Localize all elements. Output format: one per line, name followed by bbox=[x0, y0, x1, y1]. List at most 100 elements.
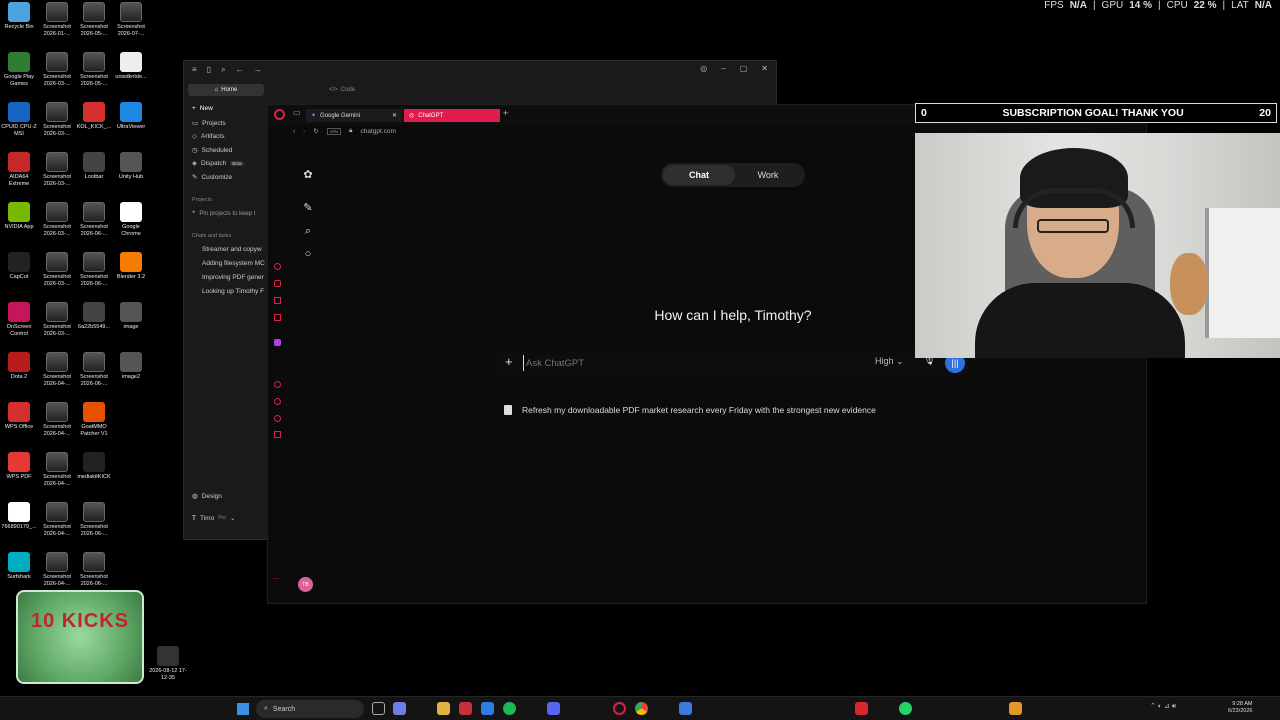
taskbar-search[interactable]: ⌕ Search bbox=[256, 700, 364, 718]
desktop-icon[interactable]: Screenshot 2026-04-... bbox=[38, 452, 76, 488]
search-icon[interactable]: ⌕ bbox=[221, 65, 225, 75]
desktop-icon[interactable]: Screenshot 2026-04-... bbox=[38, 352, 76, 388]
close-icon[interactable]: ✕ bbox=[761, 64, 768, 73]
app-icon[interactable] bbox=[459, 702, 472, 715]
desktop-icon[interactable]: Screenshot 2026-03-... bbox=[38, 302, 76, 338]
reload-icon[interactable]: ↻ bbox=[313, 127, 318, 135]
chrome-icon[interactable] bbox=[635, 702, 648, 715]
tab-overview-icon[interactable]: ▭ bbox=[293, 108, 301, 117]
desktop-icon[interactable]: CapCut bbox=[0, 252, 38, 281]
tab-close-icon[interactable]: ✕ bbox=[392, 112, 397, 119]
desktop-icon[interactable]: Screenshot 2026-03-... bbox=[38, 202, 76, 238]
desktop-icon[interactable]: Lootbar bbox=[75, 152, 113, 181]
desktop-icon[interactable]: 2026-08-12 17-12-35 bbox=[149, 646, 187, 682]
desktop-icon[interactable]: Screenshot 2026-05-... bbox=[75, 2, 113, 38]
suggestion-item[interactable]: Refresh my downloadable PDF market resea… bbox=[504, 405, 876, 415]
chat-item[interactable]: Improving PDF gener bbox=[202, 274, 264, 281]
desktop-icon[interactable]: Screenshot 2026-07-... bbox=[112, 2, 150, 38]
wps-icon[interactable] bbox=[855, 702, 868, 715]
desktop-icon[interactable]: Screenshot 2026-06-... bbox=[75, 202, 113, 238]
search-icon[interactable]: ⌕ bbox=[301, 224, 315, 238]
ghost-icon[interactable]: ◎ bbox=[700, 64, 707, 73]
sidebar-item-customize[interactable]: ✎ Customize bbox=[192, 173, 232, 182]
sidebar-item-projects[interactable]: ▭ Projects bbox=[192, 119, 226, 128]
vpn-badge[interactable]: VPN bbox=[326, 127, 342, 135]
user-avatar[interactable]: TB bbox=[298, 577, 313, 592]
desktop-icon[interactable]: Screenshot 2026-06-... bbox=[75, 502, 113, 538]
pin-app-icon[interactable] bbox=[274, 381, 281, 388]
app-icon[interactable] bbox=[679, 702, 692, 715]
reasoning-level-select[interactable]: High ⌄ bbox=[875, 356, 904, 367]
desktop-icon[interactable]: Screenshot 2026-05-... bbox=[75, 52, 113, 88]
pin-app-icon[interactable] bbox=[274, 431, 281, 438]
desktop-icon[interactable]: Screenshot 2026-01-... bbox=[38, 2, 76, 38]
sidebar-item-dispatch[interactable]: ◈ Dispatch Beta bbox=[192, 159, 244, 167]
pin-app-icon[interactable] bbox=[274, 280, 281, 287]
tab-home[interactable]: ⌂ Home bbox=[188, 84, 264, 96]
desktop-icon[interactable]: UltraViewer bbox=[112, 102, 150, 131]
sidebar-item-artifacts[interactable]: ◇ Artifacts bbox=[192, 132, 224, 141]
desktop-icon[interactable]: KOL_KICK_... bbox=[75, 102, 113, 131]
more-icon[interactable]: ⋯ bbox=[273, 575, 280, 583]
desktop-icon[interactable]: 6a22b5549... bbox=[75, 302, 113, 331]
desktop-icon[interactable]: Screenshot 2026-06-... bbox=[75, 252, 113, 288]
sidebar-toggle-icon[interactable]: ▯ bbox=[207, 65, 211, 75]
desktop-icon[interactable]: Blender 3.2 bbox=[112, 252, 150, 281]
discord-icon[interactable] bbox=[547, 702, 560, 715]
chat-item[interactable]: Adding filesystem MC bbox=[202, 260, 265, 267]
chat-item[interactable]: Looking up Timothy F bbox=[202, 288, 264, 295]
desktop-icon[interactable]: OnScreen Control bbox=[0, 302, 38, 338]
opera-icon[interactable] bbox=[274, 109, 285, 120]
task-view-icon[interactable] bbox=[372, 702, 385, 715]
app-icon[interactable] bbox=[481, 702, 494, 715]
desktop-icon[interactable]: NVIDIA App bbox=[0, 202, 38, 231]
sidebar-item-scheduled[interactable]: ◷ Scheduled bbox=[192, 146, 232, 155]
spotify-icon[interactable] bbox=[503, 702, 516, 715]
sidebar-item-design[interactable]: ◍ Design bbox=[192, 492, 222, 501]
desktop-icon[interactable]: Screenshot 2026-04-... bbox=[38, 402, 76, 438]
desktop-icon[interactable]: AIDA64 Extreme bbox=[0, 152, 38, 188]
chat-item[interactable]: Streamer and copyw bbox=[202, 246, 262, 253]
mode-work-button[interactable]: Work bbox=[733, 165, 803, 185]
pin-app-icon[interactable] bbox=[274, 339, 281, 346]
new-chat-icon[interactable]: ✎ bbox=[301, 201, 315, 215]
prompt-input[interactable] bbox=[523, 355, 843, 371]
maximize-icon[interactable]: ▢ bbox=[740, 64, 748, 73]
copilot-icon[interactable] bbox=[393, 702, 406, 715]
desktop-icon[interactable]: 766890179_... bbox=[0, 502, 38, 531]
desktop-icon[interactable]: unisdkntde... bbox=[112, 52, 150, 81]
forward-icon[interactable]: → bbox=[254, 65, 262, 75]
desktop-icon[interactable]: Recycle Bin bbox=[0, 2, 38, 31]
desktop-icon[interactable]: Screenshot 2026-06-... bbox=[75, 352, 113, 388]
app-icon[interactable] bbox=[1009, 702, 1022, 715]
tab-google-gemini[interactable]: ✦ Google Gemini ✕ bbox=[306, 109, 402, 122]
clock[interactable]: 9:28 AM 6/23/2026 bbox=[1228, 701, 1252, 715]
desktop-icon[interactable]: mediakitKICK bbox=[75, 452, 113, 481]
pin-app-icon[interactable] bbox=[274, 263, 281, 270]
desktop-icon[interactable]: Surfshark bbox=[0, 552, 38, 581]
desktop-icon[interactable]: image bbox=[112, 302, 150, 331]
forward-icon[interactable]: › bbox=[303, 128, 305, 135]
opera-icon[interactable] bbox=[613, 702, 626, 715]
minimize-icon[interactable]: – bbox=[721, 64, 725, 73]
desktop-icon[interactable]: GoatMMO Patcher V1 bbox=[75, 402, 113, 438]
desktop-icon[interactable]: WPS PDF bbox=[0, 452, 38, 481]
new-tab-icon[interactable]: + bbox=[503, 108, 508, 118]
tab-chatgpt[interactable]: ◎ ChatGPT bbox=[404, 109, 500, 122]
desktop-icon[interactable]: image2 bbox=[112, 352, 150, 381]
url-text[interactable]: chatgpt.com bbox=[361, 128, 396, 135]
add-attachment-icon[interactable]: + bbox=[505, 354, 513, 369]
desktop-icon[interactable]: Screenshot 2026-06-... bbox=[75, 552, 113, 588]
back-icon[interactable]: ← bbox=[236, 65, 244, 75]
desktop-icon[interactable]: Screenshot 2026-03-... bbox=[38, 252, 76, 288]
windows-start-icon[interactable] bbox=[237, 703, 249, 715]
desktop-icon[interactable]: Screenshot 2026-03-... bbox=[38, 152, 76, 188]
user-menu[interactable]: T Timo Pro ⌄ bbox=[192, 514, 235, 523]
desktop-icon[interactable]: Unity Hub bbox=[112, 152, 150, 181]
back-icon[interactable]: ‹ bbox=[293, 128, 295, 135]
pin-app-icon[interactable] bbox=[274, 297, 281, 304]
desktop-icon[interactable]: CPUID CPU-Z MSI bbox=[0, 102, 38, 138]
sidebar-item-new[interactable]: + New bbox=[192, 105, 213, 112]
desktop-icon[interactable]: Google Play Games bbox=[0, 52, 38, 88]
desktop-icon[interactable]: Screenshot 2026-03-... bbox=[38, 52, 76, 88]
